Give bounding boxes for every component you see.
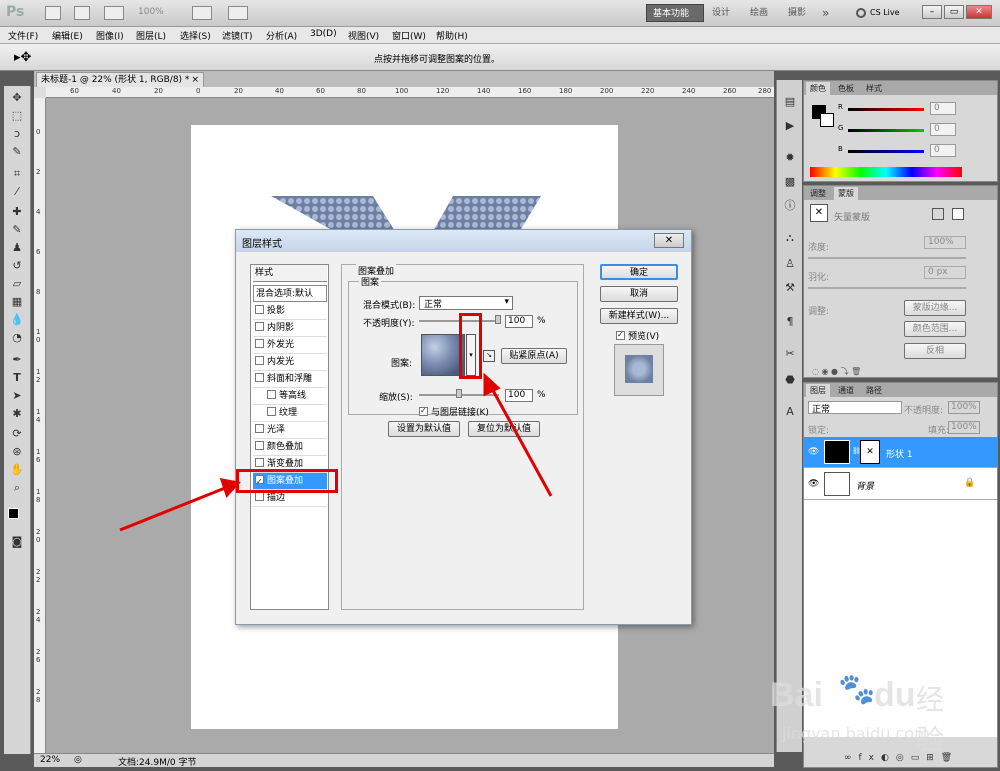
watermark-brand2: du (874, 676, 916, 714)
baidu-watermark: Bai 🐾 du 经验 jingyan.baidu.com (770, 668, 970, 756)
annotation-arrows (119, 372, 553, 532)
watermark-url: jingyan.baidu.com (782, 724, 930, 743)
watermark-cn: 经验 (916, 683, 945, 756)
paw-icon: 🐾 (838, 672, 876, 707)
watermark-brand: Bai (770, 676, 823, 714)
